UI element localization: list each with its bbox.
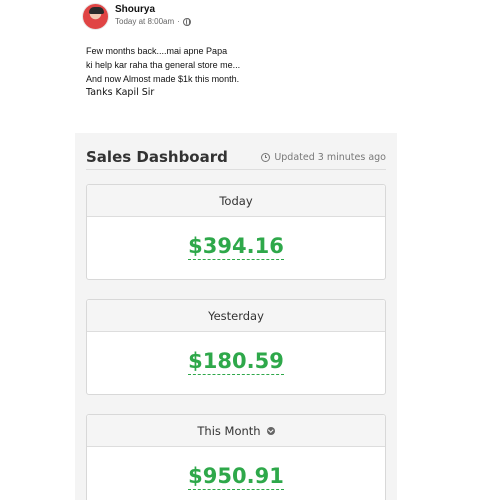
post-line: Few months back....mai apne Papa — [86, 46, 228, 56]
dashboard-updated: Updated 3 minutes ago — [261, 152, 386, 163]
card-period-selector[interactable]: This Month — [87, 415, 385, 447]
sales-amount-month[interactable]: $950.91 — [188, 466, 284, 490]
post-meta-line: Today at 8:00am · — [115, 18, 191, 26]
post-signoff: Tanks Kapil Sir — [86, 87, 155, 98]
updated-text: Updated 3 minutes ago — [274, 152, 386, 163]
card-body: $394.16 — [87, 217, 385, 279]
card-label: Yesterday — [87, 300, 385, 332]
dashboard-header: Sales Dashboard Updated 3 minutes ago — [86, 140, 386, 170]
globe-icon — [182, 18, 191, 26]
card-this-month: This Month $950.91 — [86, 414, 386, 500]
card-body: $180.59 — [87, 332, 385, 394]
card-yesterday: Yesterday $180.59 — [86, 299, 386, 395]
post-author[interactable]: Shourya — [115, 5, 191, 15]
post-body: Few months back....mai apne Papa ki help… — [86, 44, 240, 100]
post-meta: Shourya Today at 8:00am · — [115, 3, 191, 26]
avatar[interactable] — [82, 3, 109, 30]
clock-icon — [261, 153, 271, 162]
chevron-down-icon[interactable] — [266, 426, 275, 435]
screenshot: Shourya Today at 8:00am · Few months bac… — [0, 0, 500, 500]
post-line: ki help kar raha tha general store me... — [86, 60, 241, 70]
card-today: Today $394.16 — [86, 184, 386, 280]
post-line: And now Almost made $1k this month. — [86, 74, 240, 84]
post-timestamp[interactable]: Today at 8:00am — [115, 18, 174, 26]
sales-amount-yesterday[interactable]: $180.59 — [188, 351, 284, 375]
dashboard-title: Sales Dashboard — [86, 148, 228, 166]
card-label: Today — [87, 185, 385, 217]
meta-separator: · — [177, 17, 180, 26]
sales-amount-today[interactable]: $394.16 — [188, 236, 284, 260]
card-label: This Month — [197, 423, 261, 438]
sales-dashboard: Sales Dashboard Updated 3 minutes ago To… — [75, 133, 397, 500]
card-body: $950.91 — [87, 447, 385, 500]
post-header: Shourya Today at 8:00am · — [82, 3, 191, 30]
